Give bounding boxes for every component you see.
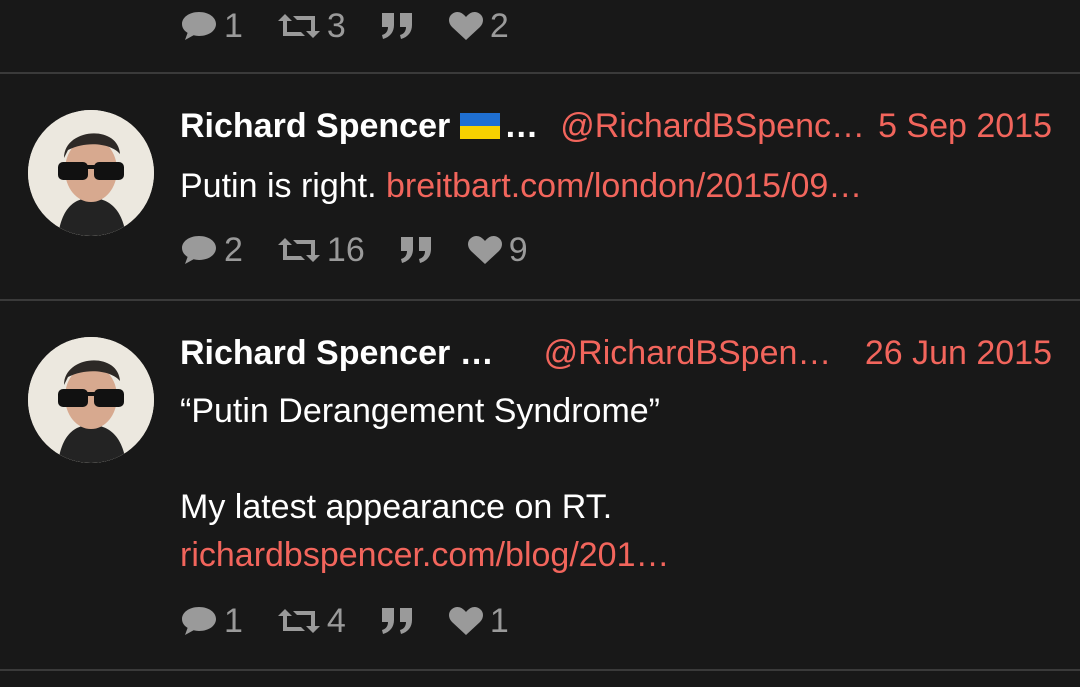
- handle[interactable]: @RichardBSpenc…: [560, 107, 865, 146]
- reply-button[interactable]: 2: [180, 231, 243, 270]
- previous-tweet-actions: 1 3 2: [180, 6, 543, 46]
- reply-count: 1: [224, 6, 243, 45]
- tweet-text-line: “Putin Derangement Syndrome”: [180, 392, 661, 430]
- ukraine-flag-icon: [460, 113, 501, 139]
- tweet-actions: 2 16 9: [180, 228, 562, 272]
- quote-icon: [400, 237, 431, 263]
- retweet-count: 16: [326, 230, 365, 269]
- tweet-text-content: Putin is right.: [180, 167, 377, 205]
- reply-count: 1: [224, 601, 243, 640]
- tweet-text: “Putin Derangement Syndrome” My latest a…: [180, 387, 1052, 579]
- retweet-button[interactable]: 16: [277, 231, 365, 270]
- reply-icon: [182, 12, 216, 40]
- tweet-header: Richard Spencer … @RichardBSpenc… 5 Sep …: [180, 104, 1052, 148]
- like-icon: [448, 607, 483, 635]
- timestamp[interactable]: 26 Jun 2015: [865, 334, 1052, 373]
- retweet-button[interactable]: 3: [277, 7, 346, 46]
- reply-button[interactable]: 1: [180, 602, 243, 641]
- reply-icon: [182, 607, 216, 635]
- retweet-icon: [277, 238, 320, 262]
- tweet-text-line: My latest appearance on RT.: [180, 488, 613, 526]
- tweet[interactable]: Richard Spencer … @RichardBSpen… 26 Jun …: [0, 301, 1080, 669]
- quote-button[interactable]: [380, 11, 414, 41]
- quote-icon: [381, 608, 412, 634]
- retweet-button[interactable]: 4: [277, 602, 346, 641]
- reply-icon: [182, 236, 216, 264]
- retweet-icon: [277, 14, 320, 38]
- like-icon: [448, 12, 483, 40]
- avatar[interactable]: [28, 110, 154, 236]
- quote-icon: [381, 13, 412, 39]
- like-count: 2: [489, 6, 509, 45]
- tweet-actions: 1 4 1: [180, 599, 543, 643]
- quote-button[interactable]: [380, 606, 414, 636]
- like-button[interactable]: 9: [467, 231, 528, 270]
- avatar[interactable]: [28, 337, 154, 463]
- display-name[interactable]: Richard Spencer: [180, 107, 450, 146]
- divider: [0, 669, 1080, 671]
- tweet[interactable]: Richard Spencer … @RichardBSpenc… 5 Sep …: [0, 74, 1080, 300]
- like-icon: [467, 236, 502, 264]
- quote-button[interactable]: [399, 235, 433, 265]
- retweet-count: 3: [326, 6, 346, 45]
- display-name-ellipsis: …: [504, 106, 539, 145]
- timestamp[interactable]: 5 Sep 2015: [878, 107, 1052, 146]
- like-count: 1: [489, 601, 509, 640]
- like-count: 9: [508, 230, 528, 269]
- reply-count: 2: [224, 230, 243, 269]
- like-button[interactable]: 1: [448, 602, 509, 641]
- tweet-text: Putin is right. breitbart.com/london/201…: [180, 162, 1052, 210]
- reply-button[interactable]: 1: [180, 7, 243, 46]
- tweet-header: Richard Spencer … @RichardBSpen… 26 Jun …: [180, 331, 1052, 375]
- handle[interactable]: @RichardBSpen…: [544, 334, 832, 373]
- tweet-link[interactable]: richardbspencer.com/blog/201…: [180, 531, 1052, 579]
- retweet-count: 4: [326, 601, 346, 640]
- retweet-icon: [277, 609, 320, 633]
- tweet-link[interactable]: breitbart.com/london/2015/09…: [386, 167, 862, 205]
- display-name[interactable]: Richard Spencer …: [180, 334, 494, 373]
- like-button[interactable]: 2: [448, 7, 509, 46]
